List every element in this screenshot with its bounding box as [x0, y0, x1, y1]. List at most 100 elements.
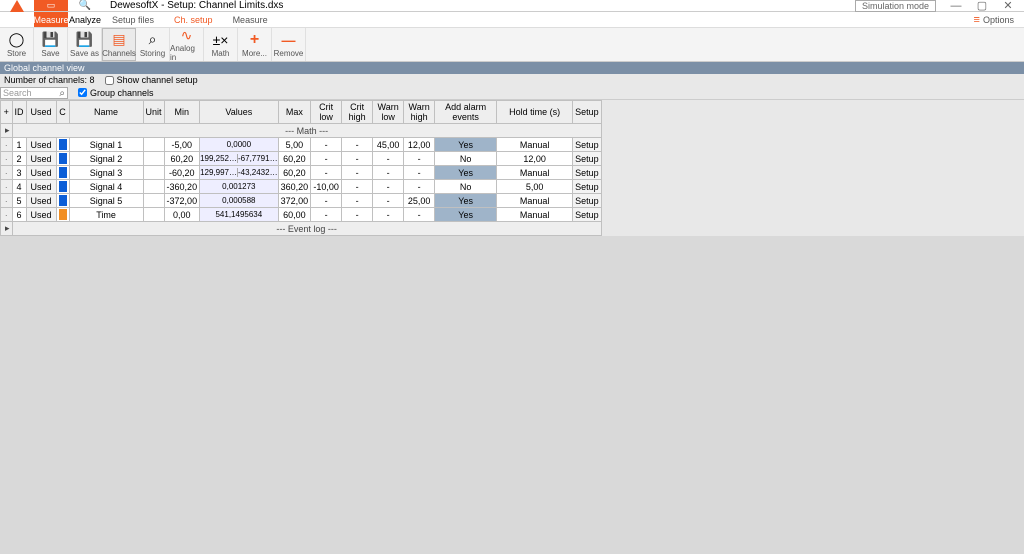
cell-warn-low[interactable]: - [373, 166, 404, 180]
cell-color[interactable] [56, 166, 69, 180]
cell-setup[interactable]: Setup [573, 194, 602, 208]
cell-used[interactable]: Used [26, 138, 56, 152]
cell-min[interactable]: -5,00 [164, 138, 200, 152]
options-button[interactable]: Options [974, 14, 1024, 26]
save-button[interactable]: 💾Save [34, 28, 68, 61]
cell-name[interactable]: Signal 2 [69, 152, 143, 166]
cell-alarm[interactable]: Yes [435, 194, 497, 208]
cell-setup[interactable]: Setup [573, 166, 602, 180]
cell-crit-high[interactable]: - [342, 180, 373, 194]
cell-setup[interactable]: Setup [573, 138, 602, 152]
cell-warn-high[interactable]: - [404, 152, 435, 166]
cell-setup[interactable]: Setup [573, 208, 602, 222]
cell-crit-low[interactable]: - [311, 208, 342, 222]
cell-min[interactable]: 0,00 [164, 208, 200, 222]
cell-unit[interactable] [143, 194, 164, 208]
channels-button[interactable]: ▤Channels [102, 28, 136, 61]
cell-hold[interactable]: 12,00 [497, 152, 573, 166]
close-button[interactable]: ✕ [1002, 0, 1014, 12]
cell-name[interactable]: Signal 3 [69, 166, 143, 180]
tab-analyze[interactable]: Analyze [68, 12, 102, 27]
col-id[interactable]: ID [12, 101, 26, 124]
col-plus[interactable]: + [1, 101, 13, 124]
col-used[interactable]: Used [26, 101, 56, 124]
cell-color[interactable] [56, 138, 69, 152]
col-unit[interactable]: Unit [143, 101, 164, 124]
cell-unit[interactable] [143, 152, 164, 166]
cell-hold[interactable]: Manual [497, 138, 573, 152]
cell-name[interactable]: Time [69, 208, 143, 222]
cell-warn-low[interactable]: - [373, 152, 404, 166]
analyze-tab-top[interactable]: 🔍 [68, 0, 102, 11]
cell-name[interactable]: Signal 1 [69, 138, 143, 152]
cell-max[interactable]: 60,20 [278, 166, 311, 180]
cell-color[interactable] [56, 208, 69, 222]
cell-warn-low[interactable]: - [373, 194, 404, 208]
more-button[interactable]: +More... [238, 28, 272, 61]
cell-hold[interactable]: 5,00 [497, 180, 573, 194]
maximize-button[interactable]: ▢ [976, 0, 988, 12]
cell-setup[interactable]: Setup [573, 152, 602, 166]
col-min[interactable]: Min [164, 101, 200, 124]
cell-max[interactable]: 360,20 [278, 180, 311, 194]
col-alarm[interactable]: Add alarm events [435, 101, 497, 124]
storing-button[interactable]: ⌕Storing [136, 28, 170, 61]
cell-hold[interactable]: Manual [497, 194, 573, 208]
col-crit-low[interactable]: Crit low [311, 101, 342, 124]
cell-min[interactable]: 60,20 [164, 152, 200, 166]
cell-used[interactable]: Used [26, 166, 56, 180]
cell-crit-high[interactable]: - [342, 138, 373, 152]
cell-alarm[interactable]: Yes [435, 138, 497, 152]
show-channel-setup-checkbox[interactable]: Show channel setup [105, 75, 198, 85]
col-values[interactable]: Values [200, 101, 279, 124]
math-button[interactable]: ±×Math [204, 28, 238, 61]
cell-max[interactable]: 60,20 [278, 152, 311, 166]
cell-warn-high[interactable]: - [404, 166, 435, 180]
cell-unit[interactable] [143, 180, 164, 194]
cell-used[interactable]: Used [26, 180, 56, 194]
cell-warn-low[interactable]: - [373, 180, 404, 194]
cell-warn-low[interactable]: 45,00 [373, 138, 404, 152]
cell-color[interactable] [56, 180, 69, 194]
cell-min[interactable]: -372,00 [164, 194, 200, 208]
cell-min[interactable]: -60,20 [164, 166, 200, 180]
cell-used[interactable]: Used [26, 208, 56, 222]
cell-crit-high[interactable]: - [342, 194, 373, 208]
row-toggle[interactable]: · [1, 166, 13, 180]
col-warn-low[interactable]: Warn low [373, 101, 404, 124]
cell-crit-low[interactable]: - [311, 194, 342, 208]
row-toggle[interactable]: · [1, 152, 13, 166]
search-input[interactable]: Search ⌕ [0, 87, 68, 99]
row-toggle[interactable]: · [1, 208, 13, 222]
remove-button[interactable]: —Remove [272, 28, 306, 61]
col-warn-high[interactable]: Warn high [404, 101, 435, 124]
cell-unit[interactable] [143, 138, 164, 152]
cell-setup[interactable]: Setup [573, 180, 602, 194]
cell-warn-low[interactable]: - [373, 208, 404, 222]
cell-hold[interactable]: Manual [497, 208, 573, 222]
tab-setup-files[interactable]: Setup files [102, 15, 164, 25]
cell-crit-low[interactable]: - [311, 166, 342, 180]
cell-warn-high[interactable]: 25,00 [404, 194, 435, 208]
cell-crit-low[interactable]: - [311, 152, 342, 166]
cell-crit-high[interactable]: - [342, 208, 373, 222]
cell-name[interactable]: Signal 5 [69, 194, 143, 208]
cell-crit-high[interactable]: - [342, 152, 373, 166]
cell-max[interactable]: 5,00 [278, 138, 311, 152]
cell-name[interactable]: Signal 4 [69, 180, 143, 194]
row-toggle[interactable]: · [1, 194, 13, 208]
cell-alarm[interactable]: No [435, 180, 497, 194]
save-as-button[interactable]: 💾Save as [68, 28, 102, 61]
section-math[interactable]: ▸ --- Math --- [1, 124, 602, 138]
col-crit-high[interactable]: Crit high [342, 101, 373, 124]
cell-unit[interactable] [143, 208, 164, 222]
cell-max[interactable]: 372,00 [278, 194, 311, 208]
cell-used[interactable]: Used [26, 194, 56, 208]
col-hold[interactable]: Hold time (s) [497, 101, 573, 124]
cell-warn-high[interactable]: - [404, 208, 435, 222]
group-channels-checkbox[interactable]: Group channels [78, 88, 154, 98]
cell-unit[interactable] [143, 166, 164, 180]
tab-ch-setup[interactable]: Ch. setup [164, 15, 223, 25]
cell-crit-low[interactable]: - [311, 138, 342, 152]
cell-color[interactable] [56, 152, 69, 166]
